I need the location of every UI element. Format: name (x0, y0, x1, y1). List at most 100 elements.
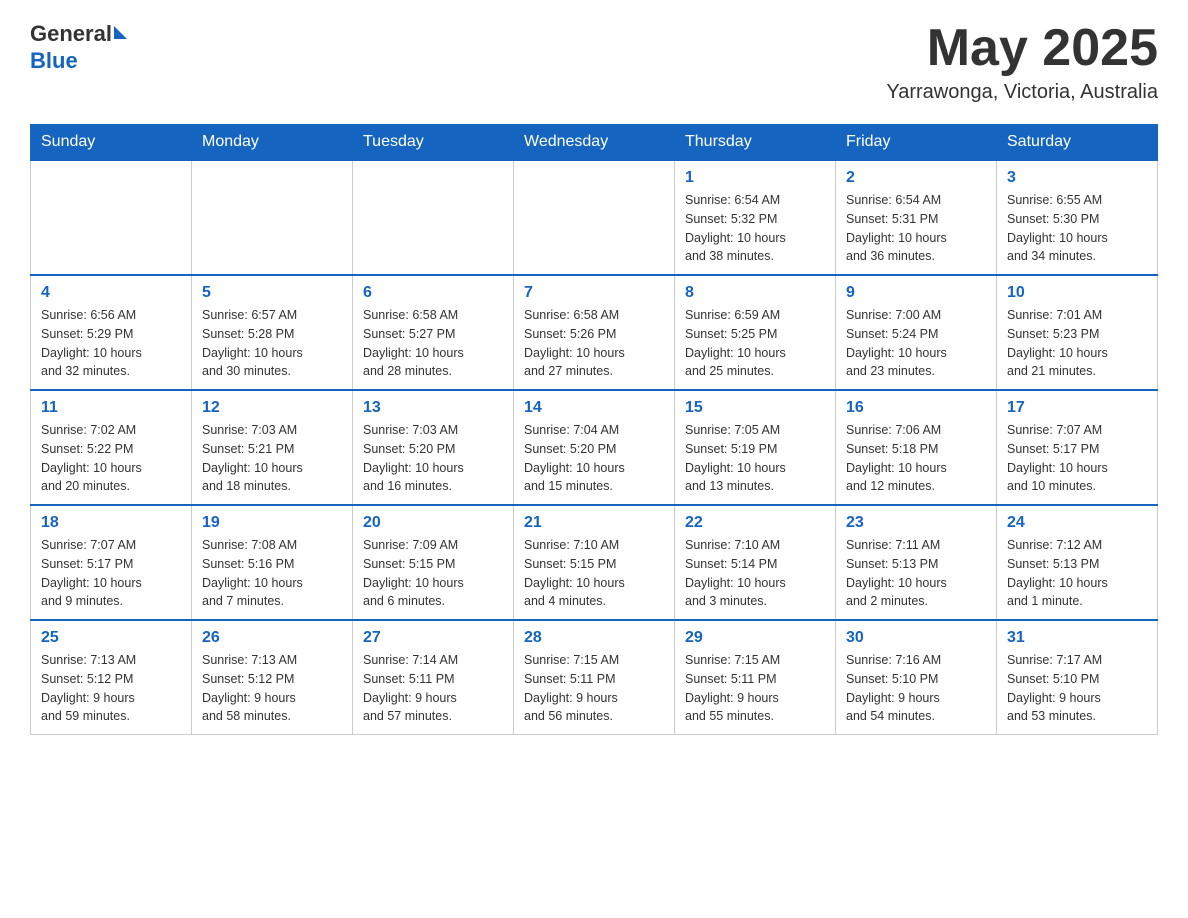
month-title: May 2025 (886, 20, 1158, 77)
day-info: Sunrise: 7:13 AMSunset: 5:12 PMDaylight:… (202, 651, 342, 726)
day-number: 17 (1007, 399, 1147, 417)
day-info: Sunrise: 7:05 AMSunset: 5:19 PMDaylight:… (685, 421, 825, 496)
day-number: 4 (41, 284, 181, 302)
calendar-cell: 7 Sunrise: 6:58 AMSunset: 5:26 PMDaylight… (514, 275, 675, 390)
day-info: Sunrise: 7:11 AMSunset: 5:13 PMDaylight:… (846, 536, 986, 611)
logo-general: General (30, 21, 112, 46)
logo: General Blue (30, 20, 127, 75)
day-header-friday: Friday (836, 125, 997, 161)
day-number: 2 (846, 169, 986, 187)
day-number: 8 (685, 284, 825, 302)
calendar-cell: 29Sunrise: 7:15 AMSunset: 5:11 PMDayligh… (675, 620, 836, 735)
day-info: Sunrise: 7:17 AMSunset: 5:10 PMDaylight:… (1007, 651, 1147, 726)
calendar-cell: 14 Sunrise: 7:04 AMSunset: 5:20 PMDayligh… (514, 390, 675, 505)
day-number: 7 (524, 284, 664, 302)
calendar-cell: 24Sunrise: 7:12 AMSunset: 5:13 PMDayligh… (997, 505, 1158, 620)
calendar-cell: 10 Sunrise: 7:01 AMSunset: 5:23 PMDayligh… (997, 275, 1158, 390)
week-row-3: 11 Sunrise: 7:02 AMSunset: 5:22 PMDayligh… (31, 390, 1158, 505)
week-row-5: 25Sunrise: 7:13 AMSunset: 5:12 PMDayligh… (31, 620, 1158, 735)
day-number: 26 (202, 629, 342, 647)
day-number: 9 (846, 284, 986, 302)
day-info: Sunrise: 6:54 AMSunset: 5:31 PMDaylight:… (846, 191, 986, 266)
calendar-cell: 25Sunrise: 7:13 AMSunset: 5:12 PMDayligh… (31, 620, 192, 735)
day-number: 31 (1007, 629, 1147, 647)
calendar-cell: 6Sunrise: 6:58 AMSunset: 5:27 PMDaylight… (353, 275, 514, 390)
calendar-cell (31, 160, 192, 275)
calendar-cell: 20 Sunrise: 7:09 AMSunset: 5:15 PMDayligh… (353, 505, 514, 620)
week-row-4: 18 Sunrise: 7:07 AMSunset: 5:17 PMDayligh… (31, 505, 1158, 620)
calendar-cell: 31 Sunrise: 7:17 AMSunset: 5:10 PMDayligh… (997, 620, 1158, 735)
week-row-2: 4 Sunrise: 6:56 AMSunset: 5:29 PMDaylight… (31, 275, 1158, 390)
day-info: Sunrise: 7:09 AMSunset: 5:15 PMDaylight:… (363, 536, 503, 611)
day-info: Sunrise: 7:01 AMSunset: 5:23 PMDaylight:… (1007, 306, 1147, 381)
day-number: 6 (363, 284, 503, 302)
day-info: Sunrise: 7:13 AMSunset: 5:12 PMDaylight:… (41, 651, 181, 726)
day-info: Sunrise: 7:16 AMSunset: 5:10 PMDaylight:… (846, 651, 986, 726)
day-info: Sunrise: 7:03 AMSunset: 5:21 PMDaylight:… (202, 421, 342, 496)
day-number: 15 (685, 399, 825, 417)
day-info: Sunrise: 7:15 AMSunset: 5:11 PMDaylight:… (685, 651, 825, 726)
calendar-cell (353, 160, 514, 275)
day-info: Sunrise: 6:55 AMSunset: 5:30 PMDaylight:… (1007, 191, 1147, 266)
day-number: 19 (202, 514, 342, 532)
day-header-tuesday: Tuesday (353, 125, 514, 161)
calendar-cell: 21 Sunrise: 7:10 AMSunset: 5:15 PMDayligh… (514, 505, 675, 620)
calendar-cell: 28Sunrise: 7:15 AMSunset: 5:11 PMDayligh… (514, 620, 675, 735)
calendar-cell: 27 Sunrise: 7:14 AMSunset: 5:11 PMDayligh… (353, 620, 514, 735)
day-number: 27 (363, 629, 503, 647)
calendar-cell: 11 Sunrise: 7:02 AMSunset: 5:22 PMDayligh… (31, 390, 192, 505)
logo-blue: Blue (30, 48, 78, 73)
calendar-cell: 30 Sunrise: 7:16 AMSunset: 5:10 PMDayligh… (836, 620, 997, 735)
calendar-cell: 16 Sunrise: 7:06 AMSunset: 5:18 PMDayligh… (836, 390, 997, 505)
calendar-header-row: SundayMondayTuesdayWednesdayThursdayFrid… (31, 125, 1158, 161)
day-number: 23 (846, 514, 986, 532)
day-info: Sunrise: 6:59 AMSunset: 5:25 PMDaylight:… (685, 306, 825, 381)
day-number: 10 (1007, 284, 1147, 302)
day-number: 11 (41, 399, 181, 417)
logo-arrow-icon (114, 26, 127, 39)
day-header-thursday: Thursday (675, 125, 836, 161)
calendar-cell: 23 Sunrise: 7:11 AMSunset: 5:13 PMDayligh… (836, 505, 997, 620)
calendar-cell: 15 Sunrise: 7:05 AMSunset: 5:19 PMDayligh… (675, 390, 836, 505)
day-info: Sunrise: 7:10 AMSunset: 5:14 PMDaylight:… (685, 536, 825, 611)
calendar-cell: 17Sunrise: 7:07 AMSunset: 5:17 PMDayligh… (997, 390, 1158, 505)
day-number: 30 (846, 629, 986, 647)
day-info: Sunrise: 7:14 AMSunset: 5:11 PMDaylight:… (363, 651, 503, 726)
day-info: Sunrise: 6:54 AMSunset: 5:32 PMDaylight:… (685, 191, 825, 266)
calendar-cell (514, 160, 675, 275)
day-number: 22 (685, 514, 825, 532)
day-number: 1 (685, 169, 825, 187)
calendar-cell: 4 Sunrise: 6:56 AMSunset: 5:29 PMDaylight… (31, 275, 192, 390)
day-header-wednesday: Wednesday (514, 125, 675, 161)
day-info: Sunrise: 7:04 AMSunset: 5:20 PMDaylight:… (524, 421, 664, 496)
calendar-cell (192, 160, 353, 275)
week-row-1: 1 Sunrise: 6:54 AMSunset: 5:32 PMDaylight… (31, 160, 1158, 275)
day-info: Sunrise: 7:02 AMSunset: 5:22 PMDaylight:… (41, 421, 181, 496)
day-info: Sunrise: 7:10 AMSunset: 5:15 PMDaylight:… (524, 536, 664, 611)
day-info: Sunrise: 7:06 AMSunset: 5:18 PMDaylight:… (846, 421, 986, 496)
day-header-saturday: Saturday (997, 125, 1158, 161)
day-info: Sunrise: 7:00 AMSunset: 5:24 PMDaylight:… (846, 306, 986, 381)
day-info: Sunrise: 6:56 AMSunset: 5:29 PMDaylight:… (41, 306, 181, 381)
calendar-cell: 19 Sunrise: 7:08 AMSunset: 5:16 PMDayligh… (192, 505, 353, 620)
day-info: Sunrise: 7:08 AMSunset: 5:16 PMDaylight:… (202, 536, 342, 611)
page-header: General Blue May 2025 Yarrawonga, Victor… (30, 20, 1158, 104)
calendar-cell: 3Sunrise: 6:55 AMSunset: 5:30 PMDaylight… (997, 160, 1158, 275)
day-info: Sunrise: 6:58 AMSunset: 5:26 PMDaylight:… (524, 306, 664, 381)
calendar-cell: 22 Sunrise: 7:10 AMSunset: 5:14 PMDayligh… (675, 505, 836, 620)
day-number: 12 (202, 399, 342, 417)
calendar-cell: 18 Sunrise: 7:07 AMSunset: 5:17 PMDayligh… (31, 505, 192, 620)
day-header-sunday: Sunday (31, 125, 192, 161)
location: Yarrawonga, Victoria, Australia (886, 81, 1158, 104)
day-number: 21 (524, 514, 664, 532)
day-info: Sunrise: 7:07 AMSunset: 5:17 PMDaylight:… (41, 536, 181, 611)
day-number: 18 (41, 514, 181, 532)
calendar-table: SundayMondayTuesdayWednesdayThursdayFrid… (30, 124, 1158, 735)
day-number: 16 (846, 399, 986, 417)
calendar-cell: 8 Sunrise: 6:59 AMSunset: 5:25 PMDaylight… (675, 275, 836, 390)
day-info: Sunrise: 7:15 AMSunset: 5:11 PMDaylight:… (524, 651, 664, 726)
day-number: 20 (363, 514, 503, 532)
calendar-cell: 9 Sunrise: 7:00 AMSunset: 5:24 PMDaylight… (836, 275, 997, 390)
day-number: 14 (524, 399, 664, 417)
calendar-cell: 26 Sunrise: 7:13 AMSunset: 5:12 PMDayligh… (192, 620, 353, 735)
